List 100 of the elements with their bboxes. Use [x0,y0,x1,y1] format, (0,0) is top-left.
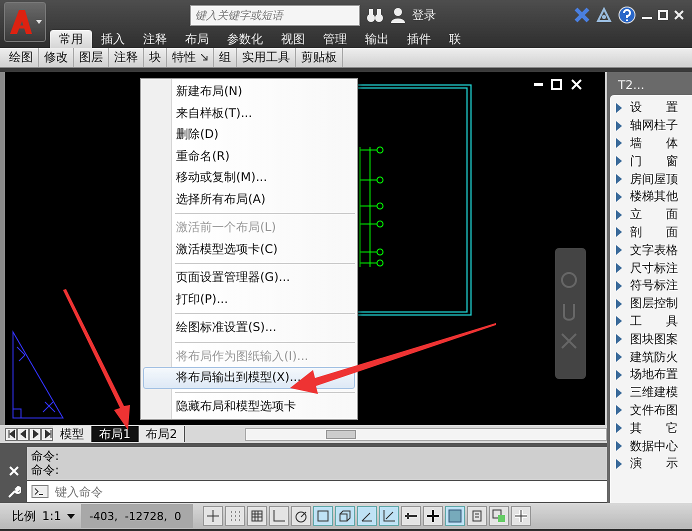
palette-item[interactable]: 图层控制 [616,294,692,313]
triangle-icon[interactable] [596,7,612,23]
ribbon-tab[interactable]: 常用 [50,30,92,48]
horizontal-scrollbar[interactable] [245,428,607,440]
triangle-icon [616,263,622,274]
close-icon[interactable] [674,10,684,20]
status-toggle-button[interactable] [489,506,510,526]
plus-icon [425,508,442,524]
status-toggle-button[interactable] [225,506,246,526]
triangle-icon [616,156,622,166]
ribbon-panel-button[interactable]: 图层 [74,48,109,67]
login-link[interactable]: 登录 [412,6,436,24]
triangle-icon [616,458,622,469]
menu-item[interactable]: 移动或复制(M)... [143,167,355,188]
ribbon-panel-button[interactable]: 注释 [109,48,144,67]
palette-item[interactable]: 三维建模 [616,384,692,402]
layout-tab[interactable]: 布局1 [92,426,139,442]
status-toggle-button[interactable] [467,506,488,526]
x-logo-icon[interactable] [574,7,590,23]
palette-item[interactable]: 符号标注 [616,276,692,295]
palette-item[interactable]: 数据中心 [616,437,692,455]
status-toggle-button[interactable] [379,506,400,526]
ribbon-tab[interactable]: 注释 [134,30,176,48]
ribbon-tab[interactable]: 插入 [92,30,134,48]
palette-item[interactable]: 图块图案 [616,330,692,348]
palette-item[interactable]: 门 窗 [616,152,692,170]
menu-item[interactable]: 来自样板(T)... [143,102,355,124]
menu-item[interactable]: 新建布局(N) [143,81,355,102]
application-menu-button[interactable] [4,2,46,42]
menu-item[interactable]: 页面设置管理器(G)... [143,267,355,288]
ribbon-tab[interactable]: 联 [440,30,470,48]
plus-icon [513,508,530,524]
triangle-icon [616,120,622,131]
palette-item[interactable]: 轴网柱子 [616,116,692,135]
maximize-icon[interactable] [658,10,668,20]
menu-item[interactable]: 激活模型选项卡(C) [143,238,355,260]
ribbon-tab[interactable]: 参数化 [218,30,272,48]
status-toggle-button[interactable] [401,506,422,526]
menu-item[interactable]: 选择所有布局(A) [143,188,355,210]
menu-item[interactable]: 删除(D) [143,124,355,146]
ribbon-tab[interactable]: 插件 [398,30,440,48]
status-toggle-button[interactable] [269,506,290,526]
palette-item[interactable]: 文字表格 [616,241,692,260]
tab-navigation-button[interactable] [41,428,53,440]
tab-navigation-button[interactable] [29,428,41,440]
a-logo-icon [8,8,34,36]
ribbon-panel-button[interactable]: 修改 [39,48,74,67]
status-toggle-button[interactable] [203,506,224,526]
triangle-icon [616,423,622,434]
viewport-controls[interactable] [534,79,582,90]
palette-item[interactable]: 墙 体 [616,134,692,152]
scale-dropdown[interactable]: 比例 1:1 [8,508,80,524]
ribbon-tab[interactable]: 视图 [272,30,314,48]
ribbon-tab[interactable]: 管理 [314,30,356,48]
ribbon-tab[interactable]: 输出 [356,30,398,48]
prompt-icon[interactable] [27,481,53,502]
ribbon-panel-button[interactable]: 剪贴板 [296,48,343,67]
tab-navigation-button[interactable] [5,428,17,440]
help-icon[interactable] [618,6,636,24]
status-toggle-button[interactable] [335,506,356,526]
status-toggle-button[interactable] [423,506,444,526]
menu-item[interactable]: 重命名(R) [143,146,355,167]
status-toggle-button[interactable] [357,506,378,526]
palette-item[interactable]: 文件布图 [616,402,692,420]
wrench-icon[interactable] [6,484,20,498]
ribbon-panel-button[interactable]: 实用工具 [237,48,296,67]
triangle-icon [616,280,622,291]
palette-item[interactable]: 建筑防火 [616,348,692,366]
menu-item[interactable]: 隐藏布局和模型选项卡 [143,396,355,417]
ribbon-panel-button[interactable]: 特性 [167,48,214,67]
palette-item[interactable]: 立 面 [616,206,692,224]
palette-item[interactable]: 设 置 [616,99,692,117]
arrow-icon [6,429,16,439]
ribbon-panel-button[interactable]: 绘图 [4,48,39,67]
command-input-field[interactable]: 键入命令 [53,481,607,502]
palette-item[interactable]: 演示 [616,454,692,473]
palette-item[interactable]: 尺寸标注 [616,259,692,277]
ribbon-panel-button[interactable]: 块 [144,48,167,67]
status-toggle-button[interactable] [247,506,268,526]
layout-tab[interactable]: 模型 [53,426,92,442]
palette-item[interactable]: 剖 面 [616,224,692,242]
palette-item[interactable]: 工 具 [616,312,692,330]
layout-tab[interactable]: 布局2 [138,426,186,442]
palette-item[interactable]: 场地布置 [616,366,692,384]
palette-item[interactable]: 楼梯其他 [616,188,692,206]
palette-item[interactable]: 其 它 [616,419,692,438]
status-toggle-button[interactable] [313,506,334,526]
status-toggle-button[interactable] [445,506,466,526]
ribbon-tab[interactable]: 布局 [176,30,218,48]
launcher-icon[interactable] [201,54,208,61]
search-field[interactable]: 键入关键字或短语 [190,4,360,26]
status-toggle-button[interactable] [511,506,532,526]
menu-item[interactable]: 打印(P)... [143,288,355,310]
grid-icon [249,508,266,524]
palette-item[interactable]: 房间屋顶 [616,170,692,188]
ribbon-panel-button[interactable]: 组 [214,48,237,67]
menu-item[interactable]: 绘图标准设置(S)... [143,317,355,338]
user-icon[interactable] [390,7,406,23]
status-toggle-button[interactable] [291,506,312,526]
binoculars-icon[interactable] [366,7,384,23]
